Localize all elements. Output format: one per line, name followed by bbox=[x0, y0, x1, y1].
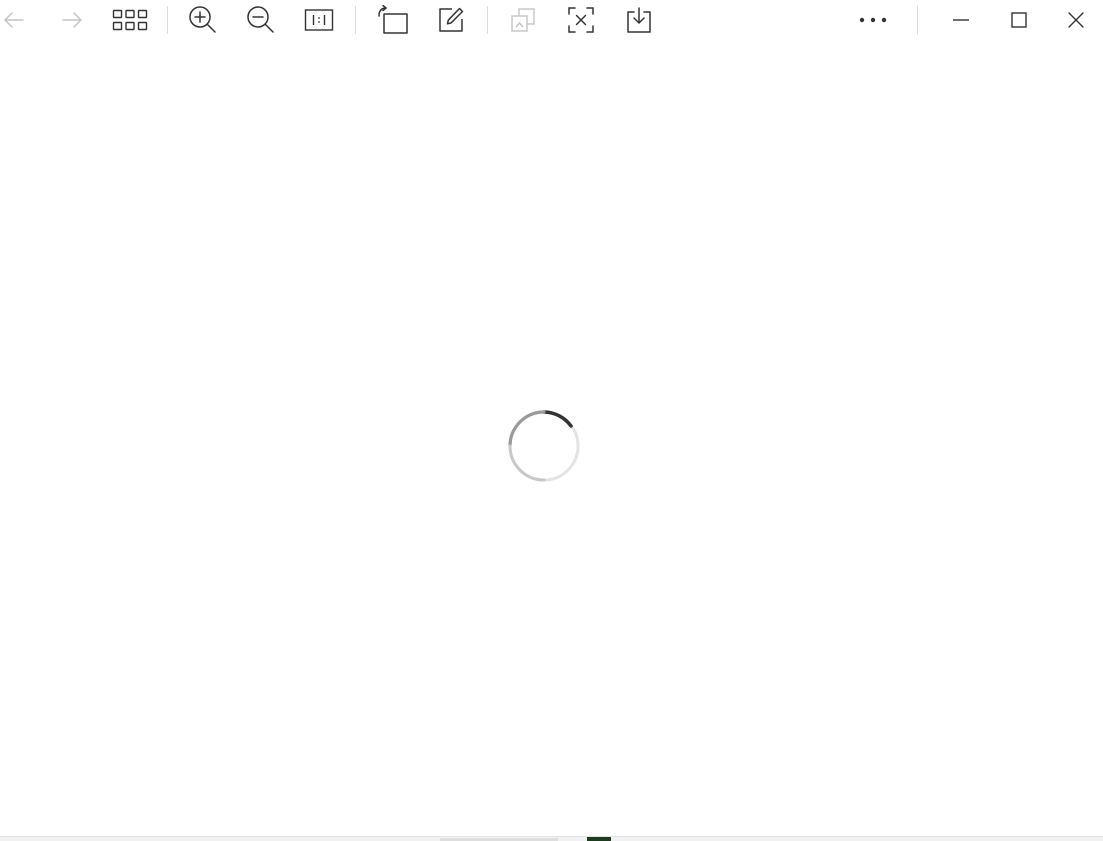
rotate-button[interactable] bbox=[372, 0, 412, 40]
close-icon bbox=[1068, 12, 1084, 28]
zoom-out-icon bbox=[247, 6, 274, 33]
close-button[interactable] bbox=[1056, 0, 1096, 40]
arrow-left-icon bbox=[4, 12, 24, 28]
filmstrip-thumbnail[interactable] bbox=[587, 837, 611, 841]
back-button[interactable] bbox=[0, 0, 34, 40]
edit-button[interactable] bbox=[431, 0, 471, 40]
extract-text-button[interactable] bbox=[561, 0, 601, 40]
toolbar-separator bbox=[355, 6, 356, 34]
copy-image-icon bbox=[511, 8, 535, 32]
arrow-right-icon bbox=[62, 12, 82, 28]
download-icon bbox=[627, 7, 651, 33]
actual-size-icon bbox=[304, 9, 334, 31]
toolbar-separator bbox=[917, 6, 918, 34]
actual-size-button[interactable] bbox=[299, 0, 339, 40]
gallery-button[interactable] bbox=[110, 0, 150, 40]
extract-text-icon bbox=[568, 7, 594, 33]
copy-image-button[interactable] bbox=[503, 0, 543, 40]
more-horizontal-icon bbox=[859, 17, 887, 23]
zoom-out-button[interactable] bbox=[241, 0, 281, 40]
save-button[interactable] bbox=[619, 0, 659, 40]
rotate-icon bbox=[378, 5, 408, 34]
minimize-button[interactable] bbox=[941, 0, 981, 40]
loading-spinner-icon bbox=[508, 410, 580, 482]
zoom-in-button[interactable] bbox=[183, 0, 223, 40]
forward-button[interactable] bbox=[52, 0, 92, 40]
maximize-button[interactable] bbox=[999, 0, 1039, 40]
grid-icon bbox=[112, 9, 148, 31]
toolbar-separator bbox=[487, 6, 488, 34]
edit-icon bbox=[439, 7, 464, 32]
maximize-icon bbox=[1011, 12, 1027, 28]
toolbar bbox=[0, 0, 1103, 40]
zoom-in-icon bbox=[189, 6, 216, 33]
more-options-button[interactable] bbox=[853, 0, 893, 40]
image-viewer-window bbox=[0, 0, 1103, 841]
toolbar-separator bbox=[167, 6, 168, 34]
minimize-icon bbox=[953, 19, 969, 21]
